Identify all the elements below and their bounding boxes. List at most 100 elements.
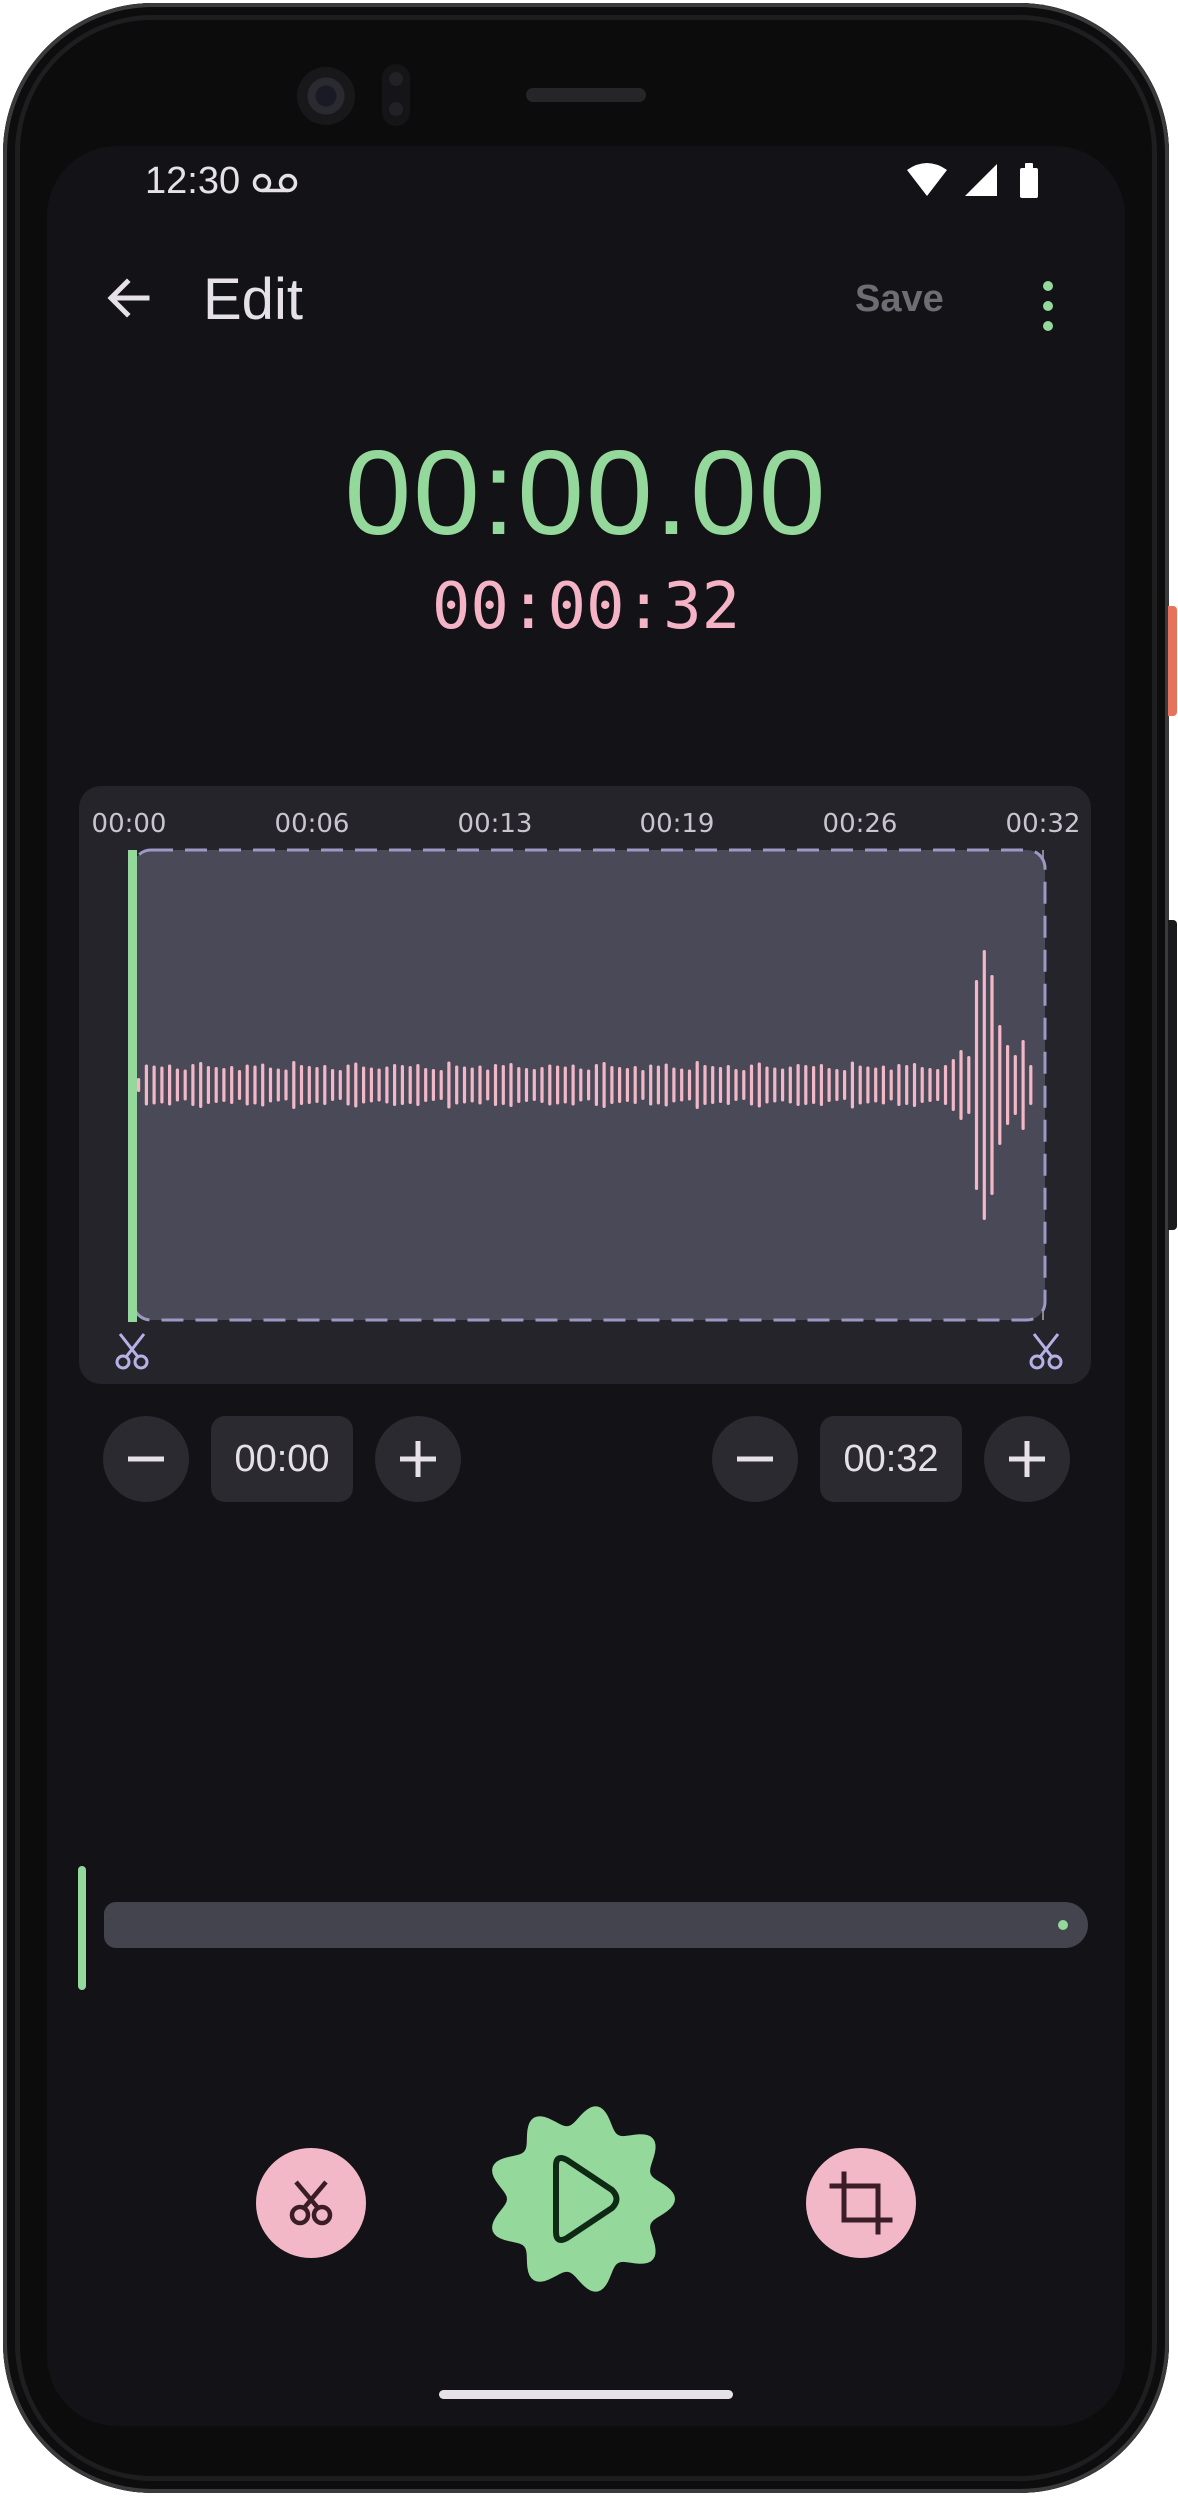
trim-start-increment-button[interactable] xyxy=(375,1416,461,1502)
waveform-bar xyxy=(912,1063,917,1107)
waveform-canvas[interactable]: 00:00 00:06 00:13 00:19 00:26 00:32 xyxy=(79,786,1091,1384)
current-time-display: 00:00.00 xyxy=(344,426,828,560)
waveform-bar xyxy=(579,1068,583,1102)
waveform-bar xyxy=(486,1069,490,1101)
waveform-bar xyxy=(656,1065,660,1105)
waveform-bar xyxy=(493,1064,498,1106)
save-button[interactable]: Save xyxy=(855,278,944,321)
trim-end-increment-button[interactable] xyxy=(984,1416,1070,1502)
waveform-bar xyxy=(517,1067,521,1103)
waveform-bar xyxy=(307,1066,311,1104)
page-title: Edit xyxy=(203,267,303,332)
arrow-back-icon[interactable] xyxy=(97,266,161,330)
cut-button[interactable] xyxy=(256,2148,366,2258)
waveform-bar xyxy=(144,1064,148,1106)
waveform-bar xyxy=(137,1078,141,1092)
trim-start-value[interactable]: 00:00 xyxy=(211,1416,353,1502)
waveform-bar xyxy=(323,1065,327,1105)
waveform-bar xyxy=(587,1069,591,1101)
minus-icon xyxy=(737,1456,773,1462)
waveform-bar xyxy=(812,1066,816,1104)
waveform-bar xyxy=(253,1065,257,1105)
waveform-bar xyxy=(501,1065,505,1105)
waveform-bar xyxy=(276,1068,280,1102)
plus-icon xyxy=(1009,1441,1045,1477)
trim-start-handle xyxy=(115,1333,149,1370)
waveform-bar xyxy=(532,1069,536,1101)
waveform-bar xyxy=(191,1064,195,1106)
seek-track[interactable] xyxy=(104,1902,1088,1948)
waveform-bar xyxy=(982,950,986,1220)
waveform-bar xyxy=(424,1068,428,1102)
waveform-bar xyxy=(749,1064,754,1106)
app-screen: 12:30 Edit Save 00:00.00 00:00:32 00:00 … xyxy=(47,146,1125,2426)
scissors-icon xyxy=(115,1333,149,1370)
crop-button[interactable] xyxy=(806,2148,916,2258)
waveform-bar xyxy=(610,1066,614,1104)
waveform-bar xyxy=(152,1065,156,1105)
waveform-bar xyxy=(625,1068,629,1102)
wifi-icon xyxy=(907,163,947,196)
waveform-bar xyxy=(447,1061,451,1109)
trim-end-value[interactable]: 00:32 xyxy=(820,1416,962,1502)
waveform-bar xyxy=(889,1069,893,1101)
waveform-bar xyxy=(377,1068,381,1102)
waveform-bar xyxy=(509,1063,513,1107)
waveform-bar xyxy=(168,1064,172,1106)
waveform-bar xyxy=(284,1069,288,1101)
waveform-bar xyxy=(338,1070,342,1100)
waveform-bar xyxy=(974,980,979,1190)
waveform-editor[interactable]: 00:00 00:06 00:13 00:19 00:26 00:32 xyxy=(79,786,1091,1384)
playhead xyxy=(128,850,137,1322)
waveform-bar xyxy=(788,1066,792,1104)
home-indicator[interactable] xyxy=(439,2390,733,2399)
waveform-bar xyxy=(439,1070,443,1100)
waveform-bar xyxy=(998,1025,1002,1145)
waveform-bar xyxy=(641,1070,645,1100)
waveform-bar xyxy=(680,1068,684,1102)
waveform-bar xyxy=(687,1069,692,1101)
tick-label: 00:13 xyxy=(458,809,533,839)
waveform-bar xyxy=(160,1066,164,1104)
total-duration-display: 00:00:32 xyxy=(431,570,741,644)
waveform-bar xyxy=(470,1067,474,1103)
waveform-bar xyxy=(672,1067,676,1103)
waveform-bar xyxy=(819,1064,823,1106)
waveform-bar xyxy=(183,1069,187,1101)
waveform-bar xyxy=(765,1066,769,1104)
proximity-sensor xyxy=(382,64,410,126)
tick-label: 00:26 xyxy=(823,809,898,839)
trim-end-decrement-button[interactable] xyxy=(712,1416,798,1502)
waveform-bar xyxy=(362,1066,366,1104)
more-vert-icon[interactable] xyxy=(1033,276,1063,336)
waveform-bar xyxy=(718,1067,723,1103)
waveform-bar xyxy=(866,1066,870,1104)
waveform-bar xyxy=(299,1065,304,1105)
scissors-icon xyxy=(1029,1333,1063,1370)
tick-label: 00:19 xyxy=(640,809,715,839)
play-button[interactable] xyxy=(484,2102,678,2296)
play-button-shape xyxy=(492,2106,675,2292)
seek-cursor[interactable] xyxy=(78,1866,86,1990)
waveform-bar xyxy=(757,1062,761,1108)
seek-end-dot xyxy=(1058,1920,1068,1930)
waveform-bar xyxy=(540,1067,544,1103)
front-camera xyxy=(297,67,355,125)
trim-start-decrement-button[interactable] xyxy=(103,1416,189,1502)
waveform-bar xyxy=(524,1068,529,1102)
waveform-bar xyxy=(354,1062,358,1108)
waveform-bar xyxy=(548,1064,552,1106)
waveform-bar xyxy=(1029,1065,1033,1105)
waveform-bar xyxy=(781,1068,785,1102)
waveform-bar xyxy=(331,1069,335,1101)
waveform-bar xyxy=(385,1066,389,1104)
waveform-bar xyxy=(199,1062,203,1108)
waveform-bar xyxy=(835,1069,839,1101)
waveform-bar xyxy=(928,1068,932,1102)
tick-label: 00:06 xyxy=(275,809,350,839)
voicemail-icon xyxy=(252,173,298,193)
waveform-bar xyxy=(431,1069,435,1101)
waveform-bar xyxy=(881,1065,885,1105)
waveform-bar xyxy=(416,1064,420,1106)
waveform-bar xyxy=(649,1064,653,1106)
